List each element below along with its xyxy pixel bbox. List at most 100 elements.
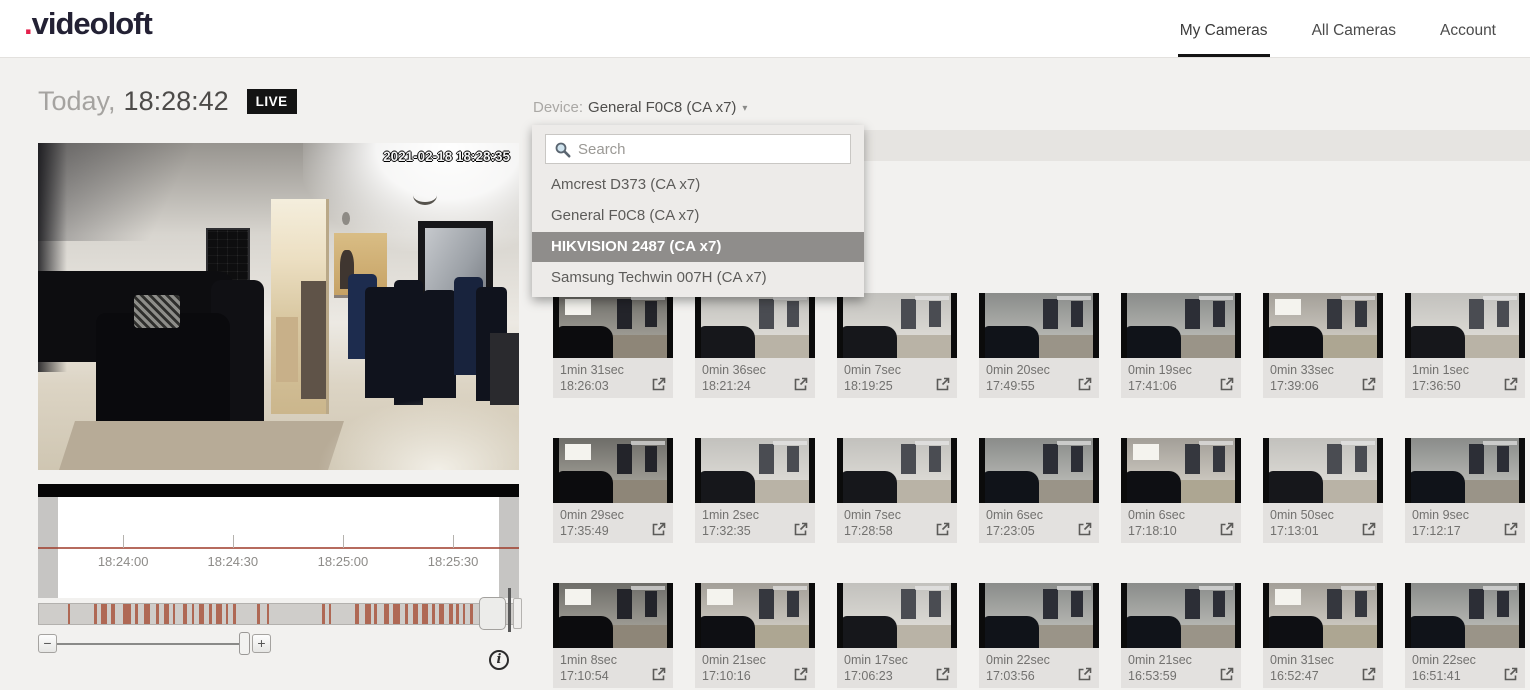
open-external-icon[interactable] <box>1219 666 1235 682</box>
clip-card[interactable]: 0min 31sec 16:52:47 <box>1263 583 1383 688</box>
timeline-zoom-slider[interactable] <box>239 632 250 655</box>
open-external-icon[interactable] <box>935 666 951 682</box>
thumb-letterbox <box>837 438 843 503</box>
thumb-bright-screen <box>1275 299 1301 315</box>
thumb-doorway <box>1185 589 1200 619</box>
thumb-doorway <box>1497 591 1509 617</box>
clip-info: 0min 19sec 17:41:06 <box>1121 358 1241 398</box>
live-badge[interactable]: LIVE <box>247 89 297 114</box>
floor-reflection <box>317 398 519 470</box>
thumb-timestamp-overlay <box>773 586 807 590</box>
thumb-bright-screen <box>565 444 591 460</box>
thumb-doorway <box>1327 444 1342 474</box>
open-external-icon[interactable] <box>1219 376 1235 392</box>
thumb-doorway <box>1071 446 1083 472</box>
clip-info: 0min 21sec 16:53:59 <box>1121 648 1241 688</box>
clip-info: 0min 20sec 17:49:55 <box>979 358 1099 398</box>
scrubber-handle[interactable] <box>479 597 506 630</box>
open-external-icon[interactable] <box>1077 521 1093 537</box>
videoloft-logo[interactable]: .videoloft <box>24 6 152 42</box>
thumb-doorway <box>1071 301 1083 327</box>
clip-info: 1min 1sec 17:36:50 <box>1405 358 1525 398</box>
open-external-icon[interactable] <box>1077 666 1093 682</box>
clip-card[interactable]: 0min 7sec 17:28:58 <box>837 438 957 543</box>
open-external-icon[interactable] <box>1219 521 1235 537</box>
thumb-letterbox <box>1377 293 1383 358</box>
playhead-cursor[interactable] <box>508 588 511 632</box>
timeline-zoom-out-button[interactable]: − <box>38 634 57 653</box>
activity-mark <box>393 604 400 624</box>
clip-card[interactable]: 0min 6sec 17:23:05 <box>979 438 1099 543</box>
clip-card[interactable]: 0min 9sec 17:12:17 <box>1405 438 1525 543</box>
open-external-icon[interactable] <box>793 376 809 392</box>
info-icon[interactable]: i <box>489 650 509 670</box>
open-external-icon[interactable] <box>651 521 667 537</box>
clip-card[interactable]: 0min 17sec 17:06:23 <box>837 583 957 688</box>
timeline-window[interactable]: 18:24:0018:24:3018:25:0018:25:30 <box>38 497 519 598</box>
device-search-input[interactable] <box>576 135 846 163</box>
timeline-zoom-in-button[interactable]: + <box>252 634 271 653</box>
clip-card[interactable]: 1min 1sec 17:36:50 <box>1405 293 1525 398</box>
clip-card[interactable]: 0min 36sec 18:21:24 <box>695 293 815 398</box>
nav-item[interactable]: My Cameras <box>1178 2 1270 57</box>
clip-card[interactable]: 0min 22sec 16:51:41 <box>1405 583 1525 688</box>
open-external-icon[interactable] <box>935 376 951 392</box>
thumb-doorway <box>645 446 657 472</box>
thumb-bright-screen <box>1133 444 1159 460</box>
device-dropdown-item[interactable]: HIKVISION 2487 (CA x7) <box>532 232 864 262</box>
open-external-icon[interactable] <box>1361 666 1377 682</box>
activity-scrubber[interactable] <box>38 603 519 625</box>
search-icon <box>554 141 572 159</box>
clip-card[interactable]: 1min 31sec 18:26:03 <box>553 293 673 398</box>
live-camera-view[interactable]: 2021-02-18 18:28:35 <box>38 143 519 470</box>
thumb-couch <box>1267 326 1323 358</box>
activity-mark <box>463 604 465 624</box>
open-external-icon[interactable] <box>793 666 809 682</box>
thumb-couch <box>699 326 755 358</box>
timeline-tick-label: 18:24:00 <box>98 554 149 569</box>
device-selector[interactable]: Device:General F0C8 (CA x7)▾ <box>533 99 747 116</box>
clip-info: 1min 8sec 17:10:54 <box>553 648 673 688</box>
clip-card[interactable]: 0min 21sec 17:10:16 <box>695 583 815 688</box>
scrubber-handle-secondary[interactable] <box>513 598 522 629</box>
clip-card[interactable]: 0min 21sec 16:53:59 <box>1121 583 1241 688</box>
clip-card[interactable]: 0min 22sec 17:03:56 <box>979 583 1099 688</box>
clip-card[interactable]: 0min 19sec 17:41:06 <box>1121 293 1241 398</box>
thumb-couch <box>1409 616 1465 648</box>
open-external-icon[interactable] <box>793 521 809 537</box>
activity-mark <box>257 604 260 624</box>
thumb-doorway <box>645 301 657 327</box>
thumb-doorway <box>1327 299 1342 329</box>
nav-item[interactable]: Account <box>1438 2 1498 57</box>
clip-card[interactable]: 0min 20sec 17:49:55 <box>979 293 1099 398</box>
open-external-icon[interactable] <box>935 521 951 537</box>
open-external-icon[interactable] <box>1361 521 1377 537</box>
open-external-icon[interactable] <box>1077 376 1093 392</box>
app-header: .videoloft My Cameras All Cameras Account <box>0 0 1530 58</box>
open-external-icon[interactable] <box>1361 376 1377 392</box>
thumb-letterbox <box>951 583 957 648</box>
open-external-icon[interactable] <box>1503 521 1519 537</box>
device-dropdown-item[interactable]: Samsung Techwin 007H (CA x7) <box>532 263 864 293</box>
open-external-icon[interactable] <box>1503 376 1519 392</box>
timeline-event-line <box>38 547 519 549</box>
device-dropdown-item[interactable]: General F0C8 (CA x7) <box>532 201 864 231</box>
open-external-icon[interactable] <box>651 666 667 682</box>
clip-card[interactable]: 0min 50sec 17:13:01 <box>1263 438 1383 543</box>
clip-card[interactable]: 0min 6sec 17:18:10 <box>1121 438 1241 543</box>
thumb-timestamp-overlay <box>773 441 807 445</box>
thumb-couch <box>983 326 1039 358</box>
clip-card[interactable]: 0min 7sec 18:19:25 <box>837 293 957 398</box>
clip-card[interactable]: 1min 8sec 17:10:54 <box>553 583 673 688</box>
clip-card[interactable]: 0min 33sec 17:39:06 <box>1263 293 1383 398</box>
device-dropdown-item[interactable]: Amcrest D373 (CA x7) <box>532 170 864 200</box>
thumb-letterbox <box>1519 583 1525 648</box>
timeline-zoom-track[interactable] <box>57 643 239 645</box>
clip-card[interactable]: 1min 2sec 17:32:35 <box>695 438 815 543</box>
open-external-icon[interactable] <box>651 376 667 392</box>
nav-item[interactable]: All Cameras <box>1310 2 1398 57</box>
clip-info: 0min 9sec 17:12:17 <box>1405 503 1525 543</box>
thumb-bright-screen <box>565 299 591 315</box>
clip-card[interactable]: 0min 29sec 17:35:49 <box>553 438 673 543</box>
open-external-icon[interactable] <box>1503 666 1519 682</box>
